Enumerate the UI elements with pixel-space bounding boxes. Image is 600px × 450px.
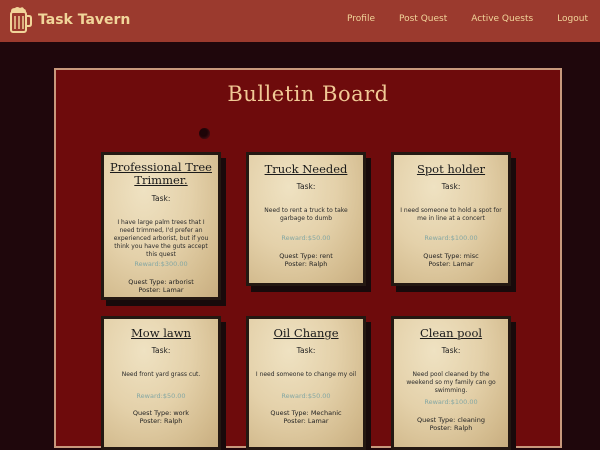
quest-task-label: Task:: [296, 182, 316, 191]
nav-logout-link[interactable]: Logout: [557, 14, 588, 24]
quest-title: Professional Tree Trimmer.: [109, 160, 212, 187]
quest-task-label: Task:: [151, 194, 171, 203]
quest-reward: Reward:$100.00: [424, 234, 478, 242]
quest-poster: Poster: Ralph: [139, 417, 183, 425]
pin-icon: [199, 128, 210, 139]
quest-description: Need to rent a truck to take garbage to …: [264, 207, 348, 222]
nav-post-quest-link[interactable]: Post Quest: [399, 14, 447, 24]
quest-type: Quest Type: Mechanic: [270, 409, 342, 417]
quest-poster: Poster: Lamar: [283, 417, 329, 425]
quest-card-tree-trimmer[interactable]: Professional Tree Trimmer. Task: I have …: [101, 152, 221, 300]
quest-poster: Poster: Lamar: [138, 286, 184, 294]
quest-title: Spot holder: [416, 162, 486, 176]
nav-active-quests-link[interactable]: Active Quests: [471, 14, 533, 24]
quest-description: Need front yard grass cut.: [121, 371, 201, 378]
quest-type: Quest Type: work: [132, 409, 190, 417]
quest-task-label: Task:: [441, 346, 461, 355]
quest-task-label: Task:: [151, 346, 171, 355]
quest-task-label: Task:: [441, 182, 461, 191]
quest-description: I have large palm trees that I need trim…: [113, 219, 209, 258]
quest-type: Quest Type: cleaning: [417, 416, 485, 424]
quest-type: Quest Type: arborist: [128, 278, 194, 286]
quest-poster: Poster: Ralph: [284, 260, 328, 268]
board-title: Bulletin Board: [227, 82, 389, 106]
quest-description: Need pool cleaned by the weekend so my f…: [406, 371, 496, 394]
quest-poster: Poster: Lamar: [428, 260, 474, 268]
beer-mug-icon: [10, 7, 32, 33]
quest-title: Mow lawn: [131, 326, 191, 340]
brand-logo[interactable]: Task Tavern: [8, 6, 130, 34]
quest-type: Quest Type: misc: [423, 252, 479, 260]
quest-reward: Reward:$300.00: [134, 260, 188, 268]
nav-links: Profile Post Quest Active Quests Logout: [323, 14, 588, 24]
quest-description: I need someone to hold a spot for me in …: [400, 207, 502, 222]
bulletin-board: Bulletin Board Professional Tree Trimmer…: [54, 68, 562, 450]
quest-reward: Reward:$50.00: [136, 392, 186, 400]
brand-name: Task Tavern: [38, 12, 131, 28]
quest-title: Clean pool: [419, 326, 483, 340]
quest-reward: Reward:$100.00: [424, 398, 478, 406]
quest-card-spot-holder[interactable]: Spot holder Task: I need someone to hold…: [391, 152, 511, 286]
quest-type: Quest Type: rent: [279, 252, 333, 260]
quest-reward: Reward:$50.00: [281, 392, 331, 400]
top-navbar: Task Tavern Profile Post Quest Active Qu…: [0, 0, 600, 42]
quest-card-truck-needed[interactable]: Truck Needed Task: Need to rent a truck …: [246, 152, 366, 286]
quest-reward: Reward:$50.00: [281, 234, 331, 242]
quest-title: Truck Needed: [264, 162, 348, 176]
quest-task-label: Task:: [296, 346, 316, 355]
quest-title: Oil Change: [273, 326, 339, 340]
nav-profile-link[interactable]: Profile: [347, 14, 375, 24]
quest-poster: Poster: Ralph: [429, 424, 473, 432]
quest-description: I need someone to change my oil: [255, 371, 357, 378]
